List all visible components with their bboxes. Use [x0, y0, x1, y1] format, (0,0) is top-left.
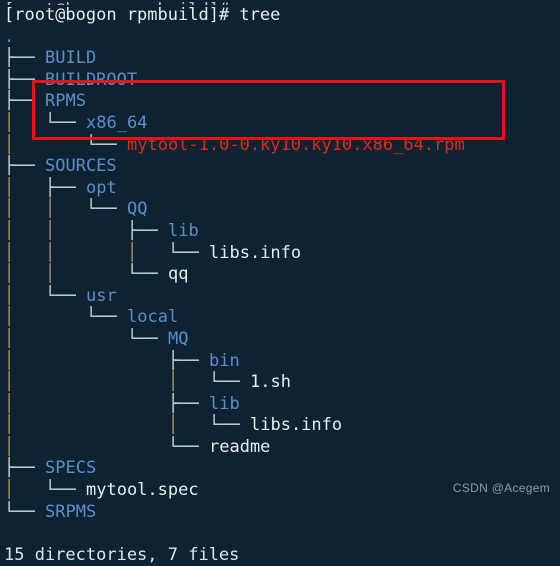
- tree-line: │ └── usr: [4, 286, 556, 308]
- tree-branch-prefix: │ │ └──: [4, 264, 158, 285]
- tree-branch-prefix: │ └──: [4, 285, 76, 306]
- tree-branch-prefix: │ └──: [4, 307, 117, 328]
- tree-line: │ ├── bin: [4, 351, 556, 373]
- tree-line: ├── SPECS: [4, 458, 556, 480]
- tree-node-name: BUILD: [45, 48, 97, 69]
- tree-branch-prefix: ├──: [4, 48, 35, 69]
- tree-node-name: mytool-1.0-0.ky10.ky10.x86_64.rpm: [127, 134, 465, 155]
- tree-line: │ └── mytool-1.0-0.ky10.ky10.x86_64.rpm: [4, 135, 556, 157]
- tree-node-name: readme: [209, 436, 271, 457]
- tree-line: │ │ ├── lib: [4, 221, 556, 243]
- tree-branch-prefix: │ ├──: [4, 350, 199, 371]
- tree-line: └── SRPMS: [4, 502, 556, 524]
- terminal-output-area[interactable]: [root@bogon rpmbuild]# tree . ├── BUILD ├…: [0, 5, 560, 565]
- tree-branch-prefix: ├──: [4, 156, 35, 177]
- tree-line: ├── BUILDROOT: [4, 70, 556, 92]
- tree-branch-prefix: ├──: [4, 69, 35, 90]
- tree-node-name: SOURCES: [45, 156, 117, 177]
- tree-line: │ │ │ └── libs.info: [4, 243, 556, 265]
- tree-node-name: lib: [209, 393, 240, 414]
- tree-line: ├── SOURCES: [4, 156, 556, 178]
- tree-branch-prefix: │ ├──: [4, 393, 199, 414]
- tree-node-name: 1.sh: [250, 372, 291, 393]
- tree-node-name: BUILDROOT: [45, 69, 138, 90]
- tree-line: │ │ └── QQ: [4, 199, 556, 221]
- tree-line: │ └── local: [4, 307, 556, 329]
- tree-node-name: local: [127, 307, 179, 328]
- tree-line: │ ├── lib: [4, 394, 556, 416]
- tree-branch-prefix: │ │ └──: [4, 199, 117, 220]
- shell-prompt-command-line: [root@bogon rpmbuild]# tree: [4, 5, 281, 25]
- tree-line: │ ├── opt: [4, 178, 556, 200]
- tree-line: │ │ └── 1.sh: [4, 372, 556, 394]
- tree-branch-prefix: │ └──: [4, 112, 76, 133]
- tree-branch-prefix: │ └──: [4, 134, 117, 155]
- tree-branch-prefix: │ │ │ └──: [4, 242, 199, 263]
- tree-branch-prefix: ├──: [4, 91, 35, 112]
- tree-branch-prefix: └──: [4, 501, 35, 522]
- tree-node-name: lib: [168, 220, 199, 241]
- tree-branch-prefix: │ └──: [4, 328, 158, 349]
- tree-node-name: libs.info: [250, 415, 343, 436]
- tree-node-name: libs.info: [209, 242, 302, 263]
- tree-node-name: qq: [168, 264, 189, 285]
- tree-branch-prefix: │ │ └──: [4, 415, 240, 436]
- tree-line: ├── RPMS: [4, 91, 556, 113]
- tree-node-name: usr: [86, 285, 117, 306]
- tree-line: │ └── readme: [4, 437, 556, 459]
- tree-line: │ └── x86_64: [4, 113, 556, 135]
- tree-node-name: opt: [86, 177, 117, 198]
- tree-line: │ └── MQ: [4, 329, 556, 351]
- tree-branch-prefix: │ │ ├──: [4, 220, 158, 241]
- tree-node-name: mytool.spec: [86, 480, 199, 501]
- tree-node-name: MQ: [168, 328, 189, 349]
- tree-line: │ │ └── libs.info: [4, 415, 556, 437]
- csdn-watermark: CSDN @Acegem: [452, 481, 550, 495]
- tree-node-name: QQ: [127, 199, 148, 220]
- tree-branch-prefix: │ ├──: [4, 177, 76, 198]
- tree-branch-prefix: │ └──: [4, 480, 76, 501]
- tree-line: │ │ └── qq: [4, 264, 556, 286]
- tree-node-name: x86_64: [86, 112, 148, 133]
- tree-branch-prefix: ├──: [4, 458, 35, 479]
- tree-node-name: RPMS: [45, 91, 86, 112]
- tree-branch-prefix: │ │ └──: [4, 372, 240, 393]
- tree-node-name: bin: [209, 350, 240, 371]
- tree-node-name: SPECS: [45, 458, 97, 479]
- terminal-window: [root@bogon rpmbuild]# [root@bogon rpmbu…: [0, 0, 560, 565]
- tree-branch-prefix: │ └──: [4, 436, 199, 457]
- tree-root-node: .: [4, 26, 15, 47]
- tree-listing: ├── BUILD ├── BUILDROOT ├── RPMS │ └── x86_…: [4, 48, 556, 523]
- tree-line: ├── BUILD: [4, 48, 556, 70]
- tree-summary-line: 15 directories, 7 files: [4, 544, 240, 565]
- tree-node-name: SRPMS: [45, 501, 97, 522]
